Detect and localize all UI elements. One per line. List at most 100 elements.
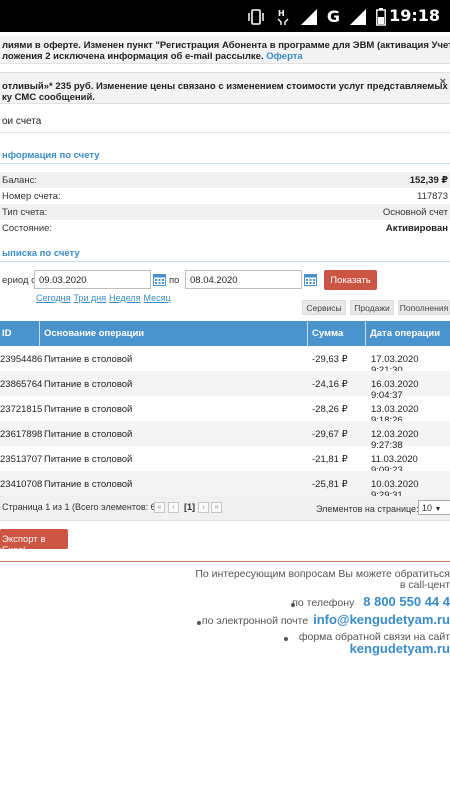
footer-phone: по телефону 8 800 550 44 4 — [292, 594, 450, 609]
offer-link[interactable]: Оферта — [266, 51, 302, 62]
pager: Страница 1 из 1 (Всего элементов: 6) « ‹… — [0, 496, 450, 521]
close-icon[interactable]: × — [440, 77, 446, 88]
footer-divider — [0, 561, 450, 562]
cell-id: 23617898 — [0, 429, 43, 440]
info-value: Активирован — [385, 223, 448, 234]
period-label: ериод с — [2, 275, 36, 286]
date-to-input[interactable]: 08.04.2020 — [185, 270, 302, 289]
column-header-amount[interactable]: Сумма — [312, 328, 343, 339]
table-row[interactable]: 23513707 Питание в столовой -21,81 ₽ 11.… — [0, 446, 450, 476]
notice-text: лиями в оферте. Изменен пункт "Регистрац… — [2, 40, 450, 51]
last-page-icon[interactable]: » — [211, 502, 222, 513]
tab-sales[interactable]: Продажи — [350, 300, 394, 315]
tab-services[interactable]: Сервисы — [302, 300, 346, 315]
cell-amount: -21,81 ₽ — [312, 454, 348, 465]
info-row-balance: Баланс: 152,39 ₽ — [0, 172, 450, 188]
status-time: 19:18 — [389, 6, 440, 25]
divider — [0, 132, 450, 133]
export-excel-button[interactable]: Экспорт в Excel — [0, 529, 68, 556]
chevron-down-icon: ▼ — [434, 506, 442, 513]
info-label: Баланс: — [2, 175, 37, 186]
cell-amount: -24,16 ₽ — [312, 379, 348, 390]
table-row[interactable]: 23410708 Питание в столовой -25,81 ₽ 10.… — [0, 471, 450, 501]
cell-id: 23410708 — [0, 479, 43, 490]
site-link[interactable]: kengudetyam.ru — [350, 641, 450, 656]
signal-icon — [350, 8, 366, 25]
info-value: 152,39 ₽ — [409, 175, 448, 186]
info-value: 117873 — [417, 191, 448, 202]
column-header-reason[interactable]: Основание операции — [44, 328, 144, 339]
signal-icon — [300, 8, 317, 25]
info-label: Номер счета: — [2, 191, 61, 202]
email-label: по электронной почте — [201, 615, 309, 627]
email-link[interactable]: info@kengudetyam.ru — [313, 612, 450, 627]
info-value: Основной счет — [382, 207, 448, 218]
calendar-icon[interactable] — [153, 273, 166, 286]
notice-text: отливый»* 235 руб. Изменение цены связан… — [2, 81, 448, 92]
status-icons: H G — [246, 7, 386, 26]
table-row[interactable]: 23617898 Питание в столовой -29,67 ₽ 12.… — [0, 421, 450, 451]
footer-email: по электронной почте info@kengudetyam.ru — [202, 612, 450, 627]
notice-banner-offer: лиями в оферте. Изменен пункт "Регистрац… — [0, 36, 450, 64]
cell-id: 23721815 — [0, 404, 43, 415]
quick-link-month[interactable]: Месяц — [144, 293, 171, 303]
notice-banner-price: отливый»* 235 руб. Изменение цены связан… — [0, 72, 450, 104]
show-button[interactable]: Показать — [324, 270, 377, 290]
footer-site: kengudetyam.ru — [350, 641, 450, 656]
cell-reason: Питание в столовой — [44, 454, 133, 465]
table-row[interactable]: 23954486 Питание в столовой -29,63 ₽ 17.… — [0, 346, 450, 376]
pager-summary: Страница 1 из 1 (Всего элементов: 6) — [2, 502, 159, 512]
column-divider — [39, 321, 40, 346]
tab-topups[interactable]: Пополнения — [398, 300, 450, 315]
network-type: G — [326, 7, 340, 26]
quick-link-today[interactable]: Сегодня — [36, 293, 71, 303]
table-row[interactable]: 23721815 Питание в столовой -28,26 ₽ 13.… — [0, 396, 450, 426]
status-bar: H G 19:18 — [0, 0, 450, 32]
table-row[interactable]: 23865764 Питание в столовой -24,16 ₽ 16.… — [0, 371, 450, 401]
cell-amount: -28,26 ₽ — [312, 404, 348, 415]
date-from-input[interactable]: 09.03.2020 — [34, 270, 151, 289]
calendar-icon[interactable] — [304, 273, 317, 286]
phone-label: по телефону — [292, 597, 355, 609]
cell-amount: -29,67 ₽ — [312, 429, 348, 440]
quick-link-week[interactable]: Неделя — [109, 293, 140, 303]
column-header-id[interactable]: ID — [2, 328, 12, 339]
cell-reason: Питание в столовой — [44, 379, 133, 390]
info-label: Тип счета: — [2, 207, 48, 218]
bullet-icon — [197, 621, 201, 625]
cell-amount: -29,63 ₽ — [312, 354, 348, 365]
statement-heading: ыписка по счету — [2, 248, 80, 259]
quick-period-links: Сегодня Три дня Неделя Месяц — [36, 293, 174, 303]
footer-contact-text: в call-цент — [399, 579, 450, 591]
cell-id: 23513707 — [0, 454, 43, 465]
notice-text: ложения 2 исключена информация об e-mail… — [2, 51, 303, 62]
phone-link[interactable]: 8 800 550 44 4 — [363, 594, 450, 609]
battery-icon — [376, 7, 386, 26]
page-title: ои счета — [2, 116, 42, 127]
first-page-icon[interactable]: « — [154, 502, 165, 513]
info-row-account-number: Номер счета: 117873 — [0, 188, 450, 204]
info-row-account-type: Тип счета: Основной счет — [0, 204, 450, 220]
to-label: по — [169, 275, 180, 286]
divider — [0, 261, 450, 262]
cell-id: 23954486 — [0, 354, 43, 365]
signal-h-icon: H — [277, 9, 289, 25]
cell-amount: -25,81 ₽ — [312, 479, 348, 490]
cell-reason: Питание в столовой — [44, 404, 133, 415]
column-header-date[interactable]: Дата операции — [370, 328, 440, 339]
per-page-select[interactable]: 10 ▼ — [418, 500, 450, 515]
next-page-icon[interactable]: › — [198, 502, 209, 513]
vibrate-icon — [248, 8, 264, 25]
account-info-heading: нформация по счету — [2, 150, 100, 161]
current-page[interactable]: [1] — [184, 502, 195, 512]
info-row-state: Состояние: Активирован — [0, 220, 450, 236]
notice-text: ку СМС сообщений. — [2, 92, 95, 103]
info-label: Состояние: — [2, 223, 53, 234]
column-divider — [365, 321, 366, 346]
quick-link-three-days[interactable]: Три дня — [74, 293, 107, 303]
per-page-label: Элементов на странице: — [316, 504, 419, 514]
cell-id: 23865764 — [0, 379, 43, 390]
divider — [0, 163, 450, 164]
bullet-icon — [284, 637, 288, 641]
prev-page-icon[interactable]: ‹ — [168, 502, 179, 513]
